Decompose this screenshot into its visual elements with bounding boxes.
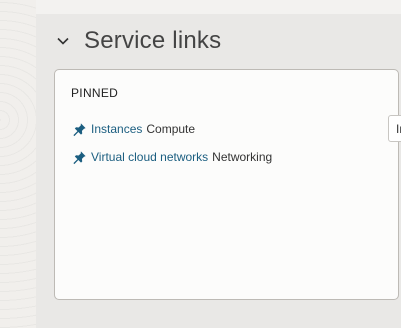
virtual-cloud-networks-link[interactable]: Virtual cloud networks xyxy=(91,150,208,164)
pin-icon[interactable] xyxy=(71,121,87,137)
pin-icon[interactable] xyxy=(71,149,87,165)
chevron-down-icon[interactable] xyxy=(54,32,72,50)
pinned-label: PINNED xyxy=(71,86,119,100)
list-item: Virtual cloud networks Networking xyxy=(71,149,272,165)
tooltip: In xyxy=(388,115,401,142)
background-pattern xyxy=(0,0,36,328)
service-name: Compute xyxy=(146,122,196,136)
pinned-card: PINNED Instances Compute Virtual cloud n… xyxy=(54,69,399,300)
instances-link[interactable]: Instances xyxy=(91,122,142,136)
service-name: Networking xyxy=(212,150,273,164)
section-header[interactable]: Service links xyxy=(54,26,221,56)
section-title: Service links xyxy=(84,27,222,54)
list-item: Instances Compute xyxy=(71,121,195,137)
